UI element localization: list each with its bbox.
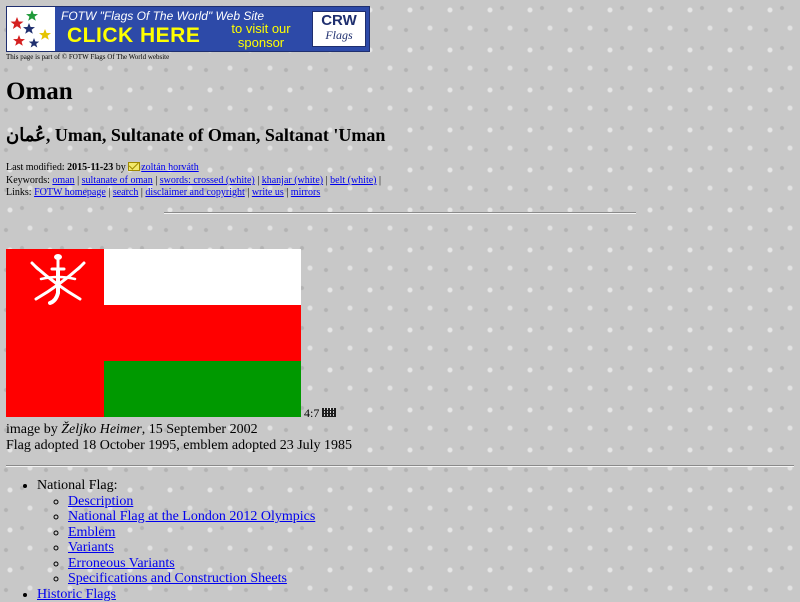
last-modified-line: Last modified: 2015-11-23 by zoltán horv… [6,162,199,174]
link-historic-flags[interactable]: Historic Flags [37,587,116,602]
list-item: Erroneous Variants [68,556,315,572]
credit-date: , 15 September 2002 [142,422,258,437]
keyword-link-sultanate[interactable]: sultanate of oman [82,175,153,186]
author-link[interactable]: zoltán horváth [141,162,198,173]
keywords-label: Keywords: [6,175,50,186]
list-item: Variants [68,540,315,556]
link-emblem[interactable]: Emblem [68,525,115,540]
modified-date: 2015-11-23 [67,162,113,173]
link-search[interactable]: search [113,187,139,198]
stars-logo-icon [7,7,55,51]
links-label: Links: [6,187,32,198]
modified-by: by [116,162,126,173]
banner-click-here: CLICK HERE [67,24,200,48]
crw-logo-text: CRW [313,12,365,29]
list-item: Emblem [68,525,315,541]
page-subtitle: عُمان, Uman, Sultanate of Oman, Saltanat… [6,125,385,146]
adoption-dates: Flag adopted 18 October 1995, emblem ado… [6,438,352,454]
mail-icon[interactable] [128,162,140,171]
list-item: National Flag: Description National Flag… [37,478,315,587]
keyword-link-oman[interactable]: oman [52,175,74,186]
divider [6,465,794,467]
sponsor-banner-ad[interactable]: FOTW "Flags Of The World" Web Site CLICK… [6,6,370,52]
image-credit: image by Željko Heimer, 15 September 200… [6,422,258,438]
link-olympics-2012[interactable]: National Flag at the London 2012 Olympic… [68,509,315,524]
contents-list: National Flag: Description National Flag… [6,478,315,602]
links-line: Links: FOTW homepage | search | disclaim… [6,187,320,199]
keyword-link-khanjar[interactable]: khanjar (white) [262,175,323,186]
credit-prefix: image by [6,422,58,437]
link-mirrors[interactable]: mirrors [291,187,320,198]
divider [164,212,636,214]
link-erroneous-variants[interactable]: Erroneous Variants [68,556,175,571]
modified-label: Last modified: [6,162,65,173]
keyword-link-belt[interactable]: belt (white) [330,175,376,186]
credit-author: Željko Heimer [61,422,141,437]
crw-flags-logo: CRW Flags [312,11,366,47]
list-item: Description [68,494,315,510]
link-variants[interactable]: Variants [68,540,114,555]
site-notice: This page is part of © FOTW Flags Of The… [6,53,169,61]
list-item: Specifications and Construction Sheets [68,571,315,587]
banner-visit-sponsor: to visit our sponsor [211,22,311,50]
link-write-us[interactable]: write us [252,187,284,198]
page-title: Oman [6,78,73,106]
link-disclaimer[interactable]: disclaimer and copyright [145,187,244,198]
link-description[interactable]: Description [68,494,133,509]
flag-ratio-text: 4:7 [304,406,319,420]
flag-ratio: 4:7 [304,406,336,421]
keywords-line: Keywords: oman | sultanate of oman | swo… [6,175,381,187]
national-flag-heading: National Flag: [37,478,118,493]
crw-logo-subtext: Flags [313,29,365,42]
link-fotw-homepage[interactable]: FOTW homepage [34,187,106,198]
oman-flag-image [6,249,301,417]
link-specifications[interactable]: Specifications and Construction Sheets [68,571,287,586]
list-item: National Flag at the London 2012 Olympic… [68,509,315,525]
construction-sheet-icon[interactable] [322,408,336,417]
keyword-link-swords[interactable]: swords: crossed (white) [160,175,255,186]
